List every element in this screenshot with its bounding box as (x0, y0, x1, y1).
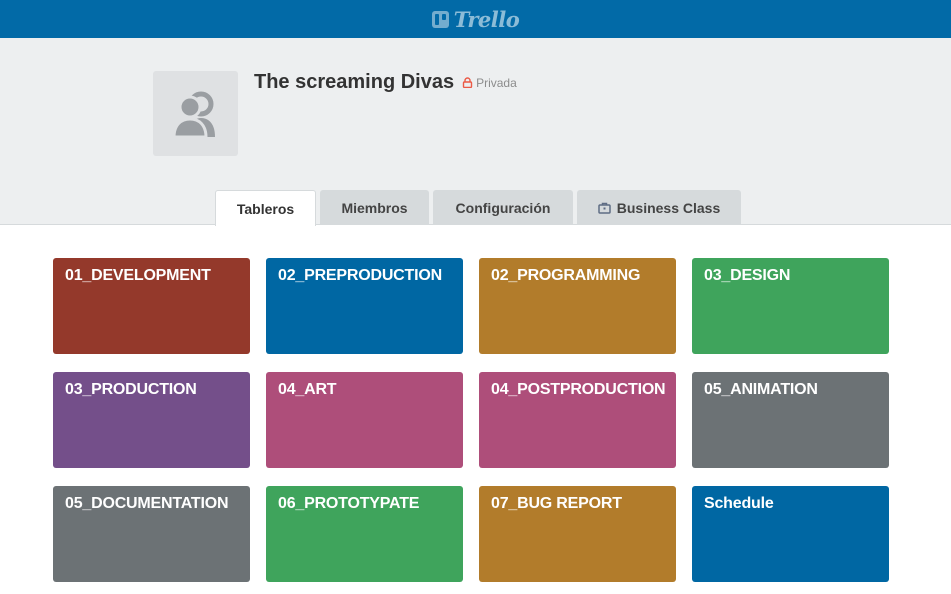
board-title: Schedule (704, 495, 774, 512)
tab-boards[interactable]: Tableros (215, 190, 316, 226)
board-title: 02_PREPRODUCTION (278, 267, 442, 284)
board-tile[interactable]: 02_PREPRODUCTION (266, 258, 463, 354)
tab-business-class[interactable]: Business Class (577, 190, 741, 225)
team-name-row: The screaming Divas Privada (254, 71, 517, 94)
board-title: 03_PRODUCTION (65, 381, 197, 398)
privacy-label: Privada (476, 75, 517, 90)
board-tile[interactable]: 03_PRODUCTION (53, 372, 250, 468)
board-tile[interactable]: 05_DOCUMENTATION (53, 486, 250, 582)
team-members-icon (171, 91, 215, 138)
board-title: 04_ART (278, 381, 337, 398)
tab-settings[interactable]: Configuración (433, 190, 573, 225)
privacy-indicator[interactable]: Privada (462, 76, 517, 90)
board-title: 01_DEVELOPMENT (65, 267, 211, 284)
tab-members[interactable]: Miembros (320, 190, 429, 225)
board-title: 05_DOCUMENTATION (65, 495, 229, 512)
boards-grid: 01_DEVELOPMENT 02_PREPRODUCTION 02_PROGR… (53, 258, 889, 582)
logo-text: Trello (453, 6, 520, 32)
team-tabs: Tableros Miembros Configuración Business… (215, 190, 741, 226)
trello-logo-icon (431, 10, 449, 28)
trello-logo[interactable]: Trello (431, 6, 520, 32)
board-tile[interactable]: 03_DESIGN (692, 258, 889, 354)
team-title: The screaming Divas (254, 71, 455, 93)
lock-icon (462, 77, 473, 88)
tab-label: Miembros (341, 199, 408, 216)
top-bar: Trello (0, 0, 951, 38)
board-tile[interactable]: 07_BUG REPORT (479, 486, 676, 582)
board-tile[interactable]: Schedule (692, 486, 889, 582)
board-tile[interactable]: 04_ART (266, 372, 463, 468)
tab-label: Business Class (616, 199, 721, 216)
board-title: 06_PROTOTYPATE (278, 495, 420, 512)
board-tile[interactable]: 02_PROGRAMMING (479, 258, 676, 354)
board-tile[interactable]: 05_ANIMATION (692, 372, 889, 468)
board-tile[interactable]: 06_PROTOTYPATE (266, 486, 463, 582)
board-tile[interactable]: 04_POSTPRODUCTION (479, 372, 676, 468)
board-tile[interactable]: 01_DEVELOPMENT (53, 258, 250, 354)
team-header: The screaming Divas Privada Tableros Mie… (0, 38, 951, 226)
board-title: 04_POSTPRODUCTION (491, 381, 666, 398)
board-title: 03_DESIGN (704, 267, 791, 284)
briefcase-icon (598, 202, 611, 214)
board-title: 05_ANIMATION (704, 381, 818, 398)
board-title: 07_BUG REPORT (491, 495, 622, 512)
tab-label: Tableros (236, 200, 295, 217)
tab-label: Configuración (455, 199, 551, 216)
team-avatar (153, 71, 238, 156)
board-title: 02_PROGRAMMING (491, 267, 641, 284)
